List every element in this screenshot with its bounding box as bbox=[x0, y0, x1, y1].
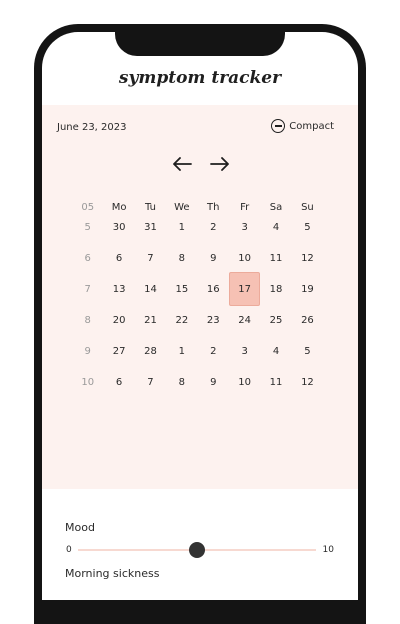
calendar-day-label: 6 bbox=[115, 252, 123, 264]
calendar-day-label: 11 bbox=[269, 376, 283, 388]
calendar-day-label: 9 bbox=[210, 252, 217, 264]
compact-label: Compact bbox=[289, 120, 334, 132]
calendar-day-label: 3 bbox=[241, 221, 248, 233]
calendar-day-label: 23 bbox=[206, 314, 220, 326]
calendar-day-label: 7 bbox=[147, 376, 154, 388]
calendar-day[interactable]: 11 bbox=[260, 361, 291, 403]
mood-slider-track[interactable] bbox=[78, 542, 316, 558]
calendar-day-label: 22 bbox=[175, 314, 189, 326]
calendar-day-label: 19 bbox=[301, 283, 314, 295]
calendar-day-label: 10 bbox=[238, 252, 252, 264]
week-number: 10 bbox=[81, 376, 95, 388]
selected-date-label: June 23, 2023 bbox=[57, 122, 127, 133]
calendar-day-label: 6 bbox=[115, 376, 123, 388]
mood-slider[interactable]: 0 10 bbox=[66, 542, 334, 559]
calendar-day-label: 26 bbox=[301, 314, 314, 326]
calendar-day-label: 27 bbox=[112, 345, 126, 357]
calendar-day-label: 5 bbox=[304, 345, 311, 357]
arrow-right-icon bbox=[210, 157, 229, 171]
phone-notch bbox=[115, 32, 285, 56]
calendar-day-label: 9 bbox=[210, 376, 217, 388]
app-screen: symptom tracker June 23, 2023 Compact 0 5… bbox=[42, 32, 358, 600]
calendar-day-label: 3 bbox=[241, 345, 248, 357]
calendar-day-label: 24 bbox=[238, 314, 252, 326]
mood-max-label: 10 bbox=[322, 545, 334, 555]
calendar-panel: June 23, 2023 Compact 05 Mo Tu We Th Fr … bbox=[42, 105, 358, 489]
calendar-day-label: 25 bbox=[269, 314, 283, 326]
calendar-day-label: 31 bbox=[144, 221, 157, 233]
calendar-day-label: 4 bbox=[272, 345, 280, 357]
phone-frame: symptom tracker June 23, 2023 Compact 0 5… bbox=[34, 24, 366, 624]
mood-label: Mood bbox=[65, 521, 95, 534]
calendar-day[interactable]: 9 bbox=[198, 361, 229, 403]
calendar-day[interactable]: 10 bbox=[229, 361, 260, 403]
calendar-day-label: 12 bbox=[301, 252, 314, 264]
calendar-day[interactable]: 12 bbox=[292, 361, 323, 403]
calendar-day-label: 7 bbox=[147, 252, 154, 264]
calendar-day-label: 10 bbox=[238, 376, 252, 388]
calendar-day-label: 18 bbox=[269, 283, 283, 295]
mood-slider-thumb[interactable] bbox=[189, 542, 205, 558]
calendar-day-label: 14 bbox=[144, 283, 157, 295]
calendar-day-label: 20 bbox=[112, 314, 126, 326]
app-title: symptom tracker bbox=[118, 68, 282, 88]
next-month-button[interactable] bbox=[210, 157, 230, 171]
calendar-day-label: 4 bbox=[272, 221, 280, 233]
calendar-day-label: 8 bbox=[178, 376, 186, 388]
compact-toggle[interactable]: Compact bbox=[271, 119, 334, 133]
symptom-form: Mood 0 10 Morning sickness bbox=[42, 489, 358, 600]
calendar-day-label: 2 bbox=[210, 221, 217, 233]
calendar-day[interactable]: 8 bbox=[166, 361, 197, 403]
calendar-day-label: 8 bbox=[178, 252, 186, 264]
calendar-day-label: 30 bbox=[112, 221, 126, 233]
morning-sickness-label: Morning sickness bbox=[65, 567, 160, 580]
mood-min-label: 0 bbox=[66, 545, 72, 555]
calendar-day-label: 1 bbox=[178, 345, 186, 357]
calendar-day-label: 11 bbox=[269, 252, 283, 264]
calendar-day-label: 1 bbox=[178, 221, 186, 233]
calendar-day-label: 28 bbox=[144, 345, 157, 357]
minus-circle-icon bbox=[271, 119, 286, 133]
calendar-day-label: 12 bbox=[301, 376, 314, 388]
calendar-day-label: 21 bbox=[144, 314, 157, 326]
calendar-day[interactable]: 7 bbox=[135, 361, 166, 403]
calendar-day-label: 15 bbox=[175, 283, 189, 295]
prev-month-button[interactable] bbox=[172, 157, 192, 171]
calendar-day-label: 16 bbox=[206, 283, 220, 295]
arrow-left-icon bbox=[173, 157, 192, 171]
calendar-day-label: 5 bbox=[304, 221, 311, 233]
calendar-grid: 05 Mo Tu We Th Fr Sa Su 5 30 31 1 2 3 4 5 6 6 7 8 9 1… bbox=[72, 197, 323, 403]
calendar-day[interactable]: 6 bbox=[103, 361, 134, 403]
calendar-day-label: 2 bbox=[210, 345, 217, 357]
calendar-day-label: 13 bbox=[112, 283, 126, 295]
